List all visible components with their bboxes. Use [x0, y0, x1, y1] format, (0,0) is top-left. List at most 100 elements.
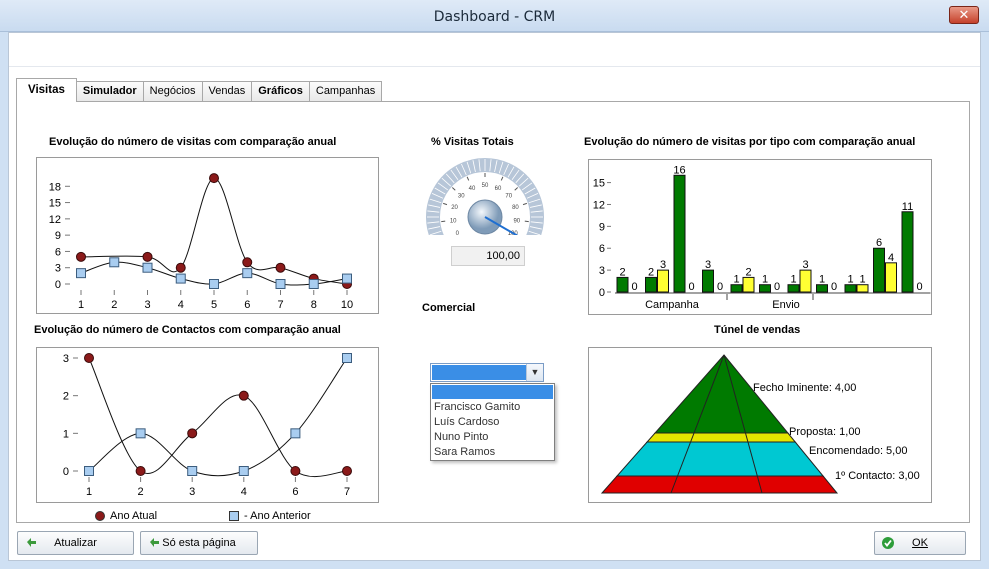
point-ano-anterior [142, 262, 153, 273]
point-ano-anterior [84, 466, 94, 476]
gauge-tick-label: 50 [482, 183, 489, 189]
y-tick-label: 9 [599, 221, 605, 233]
point-ano-anterior [187, 466, 198, 476]
visits-line-svg: 03691215181 2 3 4 5 6 7 8 10 [49, 173, 353, 311]
funnel-title: Túnel de vendas [714, 324, 801, 336]
bar-value-label: 4 [888, 252, 894, 264]
point-ano-atual [209, 173, 219, 184]
funnel-stage [645, 432, 797, 443]
dropdown-option[interactable]: Luís Cardoso [434, 416, 499, 428]
x-tick-label: 8 [311, 299, 317, 311]
tab-simulador[interactable]: Simulador [75, 81, 144, 102]
comercial-dropdown-list: Francisco Gamito Luís Cardoso Nuno Pinto… [430, 383, 555, 461]
y-tick-label: 0 [599, 287, 605, 299]
bar [885, 262, 897, 293]
point-ano-anterior [275, 279, 286, 289]
point-ano-atual [84, 353, 94, 363]
tab-vendas[interactable]: Vendas [201, 81, 253, 102]
bar-value-label: 1 [819, 274, 825, 286]
refresh-button[interactable]: Atualizar [17, 531, 134, 555]
funnel-stage [615, 441, 825, 477]
gauge-readout: 100,00 [451, 246, 525, 266]
funnel-chart: Fecho Iminente: 4,00 Proposta: 1,00 Encome… [588, 347, 932, 503]
y-tick-label: 3 [55, 263, 61, 275]
point-ano-anterior [175, 273, 186, 284]
y-tick-label: 18 [49, 181, 61, 193]
dropdown-highlight-empty[interactable] [432, 385, 553, 399]
x-tick-label: 4 [178, 299, 184, 311]
funnel-svg: Fecho Iminente: 4,00 Proposta: 1,00 Encome… [600, 354, 920, 494]
ok-button[interactable]: OK [874, 531, 966, 555]
tab-campanhas[interactable]: Campanhas [308, 81, 383, 102]
close-button[interactable]: ✕ [949, 6, 979, 24]
comercial-label: Comercial [422, 302, 476, 314]
funnel-stage-label: 1º Contacto: 3,00 [835, 470, 920, 482]
point-ano-anterior [342, 353, 352, 363]
point-ano-atual [175, 262, 186, 273]
y-tick-label: 12 [593, 199, 605, 211]
chevron-down-icon[interactable]: ▼ [526, 364, 543, 381]
visits-line-title: Evolução do número de visitas com compar… [49, 136, 337, 148]
bar-value-label: 0 [717, 281, 723, 293]
this-page-button[interactable]: Só esta página [140, 531, 258, 555]
gauge-tick-label: 30 [458, 194, 465, 200]
bar [856, 284, 869, 293]
point-ano-atual [275, 262, 286, 273]
dropdown-option[interactable]: Sara Ramos [434, 446, 495, 458]
bar-value-label: 16 [673, 164, 685, 176]
group-label: Envio [772, 299, 800, 311]
x-tick-label: 6 [244, 299, 250, 311]
window-client: Visitas Simulador Negócios Vendas Gráfic… [8, 32, 981, 561]
bar-value-label: 1 [847, 274, 853, 286]
dropdown-option[interactable]: Nuno Pinto [434, 431, 488, 443]
x-tick-label: 2 [138, 486, 144, 498]
refresh-label: Atualizar [54, 537, 97, 549]
x-tick-label: 7 [277, 299, 283, 311]
bar [616, 276, 629, 293]
visits-bar-title: Evolução do número de visitas por tipo c… [584, 136, 916, 148]
bar-value-label: 1 [790, 274, 796, 286]
bar [901, 211, 914, 293]
tab-visitas[interactable]: Visitas [16, 78, 77, 102]
point-ano-atual [142, 251, 153, 262]
x-tick-label: 6 [292, 486, 298, 498]
point-ano-anterior [342, 273, 352, 284]
tab-graficos[interactable]: Gráficos [251, 81, 310, 102]
bar-value-label: 6 [876, 237, 882, 249]
gauge-tick [442, 202, 448, 206]
series-line [80, 177, 348, 285]
gauge-tick-label: 40 [469, 186, 476, 192]
x-tick-label: 1 [78, 299, 84, 311]
legend-previous-marker [229, 511, 239, 521]
funnel-stage-label: Encomendado: 5,00 [809, 445, 907, 457]
y-tick-label: 15 [49, 198, 61, 210]
comercial-selected-value [432, 365, 527, 380]
bar [702, 269, 714, 293]
bar [787, 284, 800, 293]
legend-current-label: Ano Atual [110, 510, 158, 522]
bar [873, 247, 885, 293]
bar [844, 284, 857, 293]
point-ano-atual [76, 251, 86, 262]
tab-bar: Visitas Simulador Negócios Vendas Gráfic… [16, 78, 383, 102]
funnel-stage-label: Proposta: 1,00 [789, 426, 861, 438]
bar [759, 284, 771, 293]
gauge-tick-label: 70 [505, 194, 512, 200]
tab-negocios[interactable]: Negócios [142, 81, 203, 102]
gauge-tick-label: 10 [450, 218, 457, 224]
point-ano-anterior [135, 428, 146, 439]
dropdown-option[interactable]: Francisco Gamito [434, 401, 520, 413]
funnel-stage [653, 354, 789, 434]
tab-panel-visitas: Evolução do número de visitas com compar… [16, 101, 970, 523]
y-tick-label: 6 [55, 246, 61, 258]
comercial-combobox[interactable]: ▼ [430, 363, 544, 382]
header-strip [9, 33, 980, 67]
bar-value-label: 2 [745, 266, 751, 278]
y-tick-label: 6 [599, 243, 605, 255]
y-tick-label: 2 [63, 391, 69, 403]
bar-value-label: 3 [660, 259, 666, 271]
x-tick-label: 4 [241, 486, 247, 498]
visits-bar-chart: 0 3 6 9 12 15 2 0 2 3 16 0 3 0 1 2 1 0 1 3 1 0 1 1 6 4 11 0 Campanha… [588, 159, 932, 315]
point-ano-anterior [290, 428, 301, 439]
this-page-label: Só esta página [162, 537, 236, 549]
